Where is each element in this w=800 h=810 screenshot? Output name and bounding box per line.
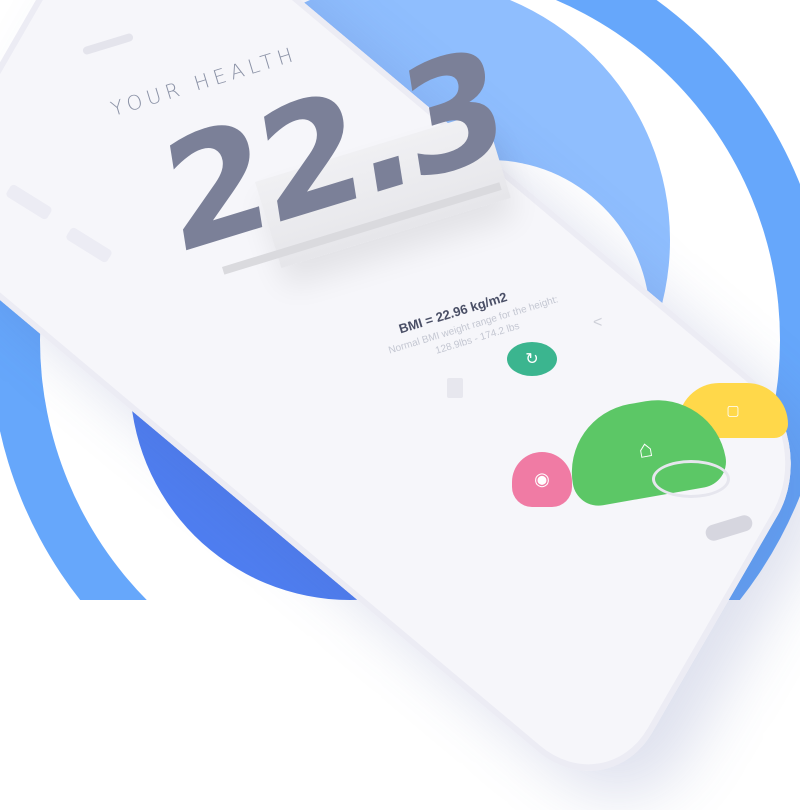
home-icon: ⌂ — [635, 434, 655, 464]
share-icon[interactable]: < — [593, 314, 602, 332]
app-screen: YOUR HEALTH 22.3 BMI = 22.96 kg/m2 Norma… — [0, 0, 800, 600]
refresh-button[interactable]: ↻ — [507, 342, 557, 376]
refresh-icon: ↻ — [525, 351, 539, 368]
trash-icon[interactable] — [447, 378, 463, 398]
tab-profile[interactable]: ◉ — [512, 452, 572, 507]
phone-home-button[interactable] — [652, 460, 730, 498]
chat-icon: ▢ — [726, 402, 740, 418]
volume-up-button — [4, 183, 54, 221]
user-icon: ◉ — [534, 469, 550, 489]
volume-down-button — [64, 226, 114, 264]
speaker-grill — [81, 32, 135, 56]
lightning-port — [703, 513, 755, 543]
